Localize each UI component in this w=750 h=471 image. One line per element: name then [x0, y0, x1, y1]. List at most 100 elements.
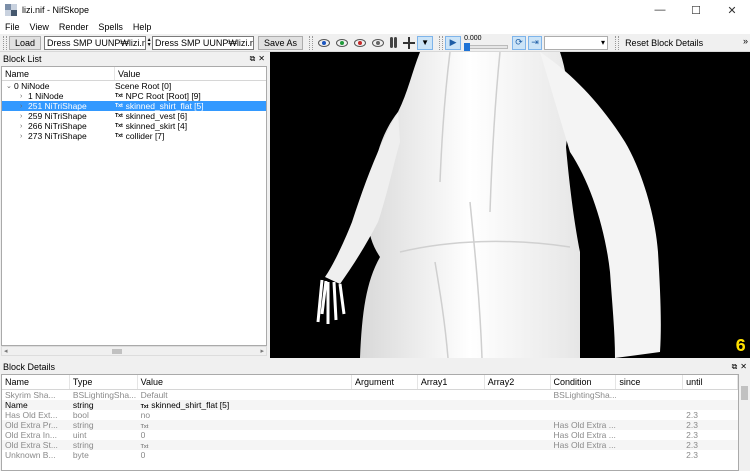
- details-cell-value[interactable]: Txt: [138, 440, 352, 450]
- details-cell-name[interactable]: Old Extra St...: [2, 440, 70, 450]
- column-header-since[interactable]: since: [616, 375, 684, 389]
- txt-icon: Txt: [115, 93, 123, 99]
- details-cell-condition: Has Old Extra ...: [553, 420, 616, 430]
- switch-animation-icon[interactable]: ⇥: [528, 35, 543, 50]
- move-axes-icon[interactable]: [403, 36, 416, 49]
- block-name: 266 NiTriShape: [28, 121, 87, 131]
- tree-row[interactable]: › 266 NiTriShape Txt skinned_skirt [4]: [2, 121, 266, 131]
- block-list-dock-title: Block List ⧉ ✕: [0, 52, 268, 65]
- details-cell-value[interactable]: Default: [138, 390, 352, 400]
- nifskope-app-icon: [5, 4, 17, 16]
- walk-mode-icon[interactable]: [390, 37, 398, 48]
- details-row[interactable]: Has Old Ext... bool no 2.3: [2, 410, 738, 420]
- tree-row[interactable]: › 273 NiTriShape Txt collider [7]: [2, 131, 266, 141]
- loop-animation-icon[interactable]: ⟳: [512, 35, 527, 50]
- collapsed-arrow-icon[interactable]: ›: [20, 113, 28, 120]
- column-header-name[interactable]: Name: [2, 375, 70, 389]
- details-row[interactable]: Old Extra Pr... string Txt Has Old Extra ..…: [2, 420, 738, 430]
- details-cell-value[interactable]: Txt skinned_shirt_flat [5]: [138, 400, 352, 410]
- details-row[interactable]: Name string Txt skinned_shirt_flat [5]: [2, 400, 738, 410]
- column-header-name[interactable]: Name: [2, 67, 115, 80]
- block-name: 1 NiNode: [28, 91, 64, 101]
- column-header-array1[interactable]: Array1: [418, 375, 485, 389]
- details-row[interactable]: Old Extra In... uint 0 Has Old Extra ... 2.3: [2, 430, 738, 440]
- toolbar-overflow-icon[interactable]: »: [743, 36, 748, 46]
- block-details-table[interactable]: Name Type Value Argument Array1 Array2 C…: [1, 374, 739, 471]
- maximize-button[interactable]: ☐: [678, 0, 714, 20]
- collapsed-arrow-icon[interactable]: ›: [20, 133, 28, 140]
- tree-row[interactable]: › 251 NiTriShape Txt skinned_shirt_flat [5]: [2, 101, 266, 111]
- menu-render[interactable]: Render: [54, 22, 94, 32]
- collapsed-arrow-icon[interactable]: ›: [20, 103, 28, 110]
- details-cell-name[interactable]: Has Old Ext...: [2, 410, 70, 420]
- column-header-until[interactable]: until: [683, 375, 738, 389]
- reset-block-details-button[interactable]: Reset Block Details: [621, 38, 707, 48]
- view-side-eye-icon[interactable]: [336, 38, 349, 47]
- tree-row[interactable]: › 259 NiTriShape Txt skinned_vest [6]: [2, 111, 266, 121]
- expanded-arrow-icon[interactable]: ⌄: [6, 82, 14, 90]
- animation-time-slider[interactable]: 0.000: [464, 35, 509, 51]
- details-cell-value[interactable]: Txt: [138, 420, 352, 430]
- menu-spells[interactable]: Spells: [93, 22, 128, 32]
- menu-help[interactable]: Help: [128, 22, 157, 32]
- block-list-header: Name Value: [2, 67, 266, 81]
- view-top-eye-icon[interactable]: [354, 38, 367, 47]
- toolbar-grip[interactable]: [439, 35, 444, 50]
- collapsed-arrow-icon[interactable]: ›: [20, 123, 28, 130]
- load-button[interactable]: Load: [9, 35, 42, 50]
- menu-file[interactable]: File: [0, 22, 25, 32]
- details-cell-name[interactable]: Old Extra In...: [2, 430, 70, 440]
- details-cell-value[interactable]: 0: [138, 430, 352, 440]
- details-cell-name[interactable]: Name: [2, 400, 70, 410]
- column-header-value[interactable]: Value: [115, 67, 140, 80]
- details-cell-name[interactable]: Unknown B...: [2, 450, 70, 460]
- details-cell-since: [616, 440, 683, 450]
- details-cell-value[interactable]: 0: [138, 450, 352, 460]
- close-button[interactable]: ✕: [714, 0, 750, 20]
- details-cell-argument: [352, 450, 418, 460]
- slider-thumb[interactable]: [464, 42, 471, 51]
- tree-row[interactable]: › 1 NiNode Txt NPC Root [Root] [9]: [2, 91, 266, 101]
- view-options-dropdown-icon[interactable]: ▼: [417, 35, 434, 50]
- column-header-value[interactable]: Value: [138, 375, 353, 389]
- float-dock-icon[interactable]: ⧉: [250, 54, 256, 64]
- details-cell-until: 2.3: [686, 420, 698, 430]
- details-cell-array1: [418, 390, 485, 400]
- minimize-button[interactable]: —: [642, 0, 678, 20]
- save-as-button[interactable]: Save As: [258, 35, 304, 50]
- load-path-input[interactable]: Dress SMP UUNP₩lizi.nif: [44, 35, 147, 50]
- details-cell-name[interactable]: Skyrim Sha...: [2, 390, 70, 400]
- details-cell-array2: [485, 450, 551, 460]
- block-list-tree[interactable]: Name Value ⌄ 0 NiNode Scene Root [0] › 1 NiN…: [1, 66, 267, 346]
- toolbar-grip[interactable]: [615, 35, 620, 50]
- float-dock-icon[interactable]: ⧉: [732, 362, 738, 372]
- block-list-horizontal-scrollbar[interactable]: ◂ ▸: [1, 346, 267, 356]
- play-animation-button[interactable]: ▶: [445, 35, 462, 50]
- view-user-eye-icon[interactable]: [372, 38, 385, 47]
- column-header-array2[interactable]: Array2: [485, 375, 551, 389]
- details-row[interactable]: Skyrim Sha... BSLightingSha... Default BSLi…: [2, 390, 738, 400]
- details-cell-name[interactable]: Old Extra Pr...: [2, 420, 70, 430]
- details-cell-value[interactable]: no: [138, 410, 352, 420]
- column-header-argument[interactable]: Argument: [352, 375, 418, 389]
- menu-view[interactable]: View: [25, 22, 54, 32]
- close-dock-icon[interactable]: ✕: [258, 54, 265, 64]
- details-row[interactable]: Unknown B... byte 0 2.3: [2, 450, 738, 460]
- toolbar-grip[interactable]: [309, 35, 314, 50]
- swap-arrows-icon[interactable]: ▲ ▼: [147, 37, 152, 48]
- tree-row[interactable]: ⌄ 0 NiNode Scene Root [0]: [2, 81, 266, 91]
- column-header-condition[interactable]: Condition: [551, 375, 617, 389]
- close-dock-icon[interactable]: ✕: [740, 362, 747, 372]
- toolbar-grip[interactable]: [3, 35, 7, 50]
- title-bar: lizi.nif - NifSkope — ☐ ✕: [0, 0, 750, 20]
- animation-select[interactable]: [544, 35, 609, 50]
- view-front-eye-icon[interactable]: [318, 38, 331, 47]
- block-value: Scene Root [0]: [115, 81, 172, 91]
- txt-icon: Txt: [115, 103, 123, 109]
- block-details-vertical-scrollbar[interactable]: [739, 374, 750, 471]
- collapsed-arrow-icon[interactable]: ›: [20, 93, 28, 100]
- column-header-type[interactable]: Type: [70, 375, 138, 389]
- details-row[interactable]: Old Extra St... string Txt Has Old Extra ..…: [2, 440, 738, 450]
- render-viewport[interactable]: 6: [270, 52, 750, 358]
- save-path-input[interactable]: Dress SMP UUNP₩lizi.nif: [152, 35, 255, 50]
